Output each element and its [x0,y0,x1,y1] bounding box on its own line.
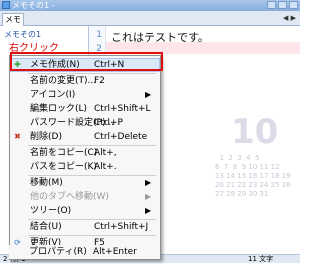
window-title: メモその1 - [12,1,55,10]
menu-item-label: 削除(D) [30,132,62,142]
submenu-arrow-icon: ▶ [145,206,152,215]
menu-item-password[interactable]: パスワード設定(P)... Ctrl+P [10,116,160,130]
menu-item-label: 名前の変更(T)... [30,76,97,86]
menu-item-label: 他のタブへ移動(W) [30,192,109,202]
menu-item-label: 結合(U) [30,222,62,232]
calendar-month: 10 [231,112,279,152]
submenu-arrow-icon: ▶ [145,192,152,201]
submenu-arrow-icon: ▶ [145,178,152,187]
menu-item-label: プロパティ(R) [29,247,87,257]
menu-item-delete[interactable]: ✖ 削除(D) Ctrl+Delete [10,130,160,144]
calendar-row: 6 7 8 9 10 11 12 [215,163,280,171]
calendar-row: 13 14 15 16 17 18 19 [215,172,291,180]
menu-item-icon[interactable]: アイコン(I) ▶ [10,88,160,102]
calendar-row: 1 2 3 4 5 [215,154,260,162]
menu-item-tree[interactable]: ツリー(O) ▶ [10,204,160,218]
menu-item-rename[interactable]: 名前の変更(T)... F2 [10,74,160,88]
context-menu: ✚ メモ作成(N) Ctrl+N 名前の変更(T)... F2 アイコン(I) … [9,55,161,260]
calendar-watermark: 10 1 2 3 4 5 6 7 8 9 10 11 12 13 14 15 1… [215,115,291,199]
menu-item-shortcut: Alt+. [94,162,117,172]
tab-memo[interactable]: メモ [2,13,24,26]
menu-item-label: 編集ロック(L) [30,104,88,114]
menu-item-shortcut: Ctrl+Delete [94,132,148,142]
editor-text-line[interactable]: これはテストです。 [111,29,209,45]
tab-scroll-icon[interactable]: ◀ ▶ [283,14,296,22]
char-count: 11 文字 [248,255,274,263]
maximize-icon[interactable] [278,1,287,9]
menu-item-shortcut: Ctrl+P [94,118,123,128]
menu-item-label: アイコン(I) [30,90,76,100]
close-icon[interactable] [289,1,298,9]
menu-item-label: ツリー(O) [30,206,72,216]
menu-item-shortcut: Ctrl+Shift+J [94,222,149,232]
menu-item-merge[interactable]: 結合(U) Ctrl+Shift+J [10,220,160,234]
submenu-arrow-icon: ▶ [145,90,152,99]
menu-item-label: 移動(M) [30,178,63,188]
app-icon [2,1,10,9]
menu-item-move-other-tab: 他のタブへ移動(W) ▶ [10,190,160,204]
delete-icon: ✖ [14,132,21,141]
window-controls [267,1,298,9]
menu-item-label: 名前をコピー(C) [30,148,98,158]
menu-item-shortcut: F2 [94,76,105,86]
title-bar: メモその1 - [0,0,300,11]
menu-item-properties[interactable]: プロパティ(R) Alt+Enter [9,245,159,259]
tab-bar: メモ ◀ ▶ [0,11,300,26]
calendar-row: 20 21 22 23 24 25 26 [215,181,291,189]
highlight-callout [10,52,163,71]
menu-item-shortcut: Ctrl+Shift+L [94,104,151,114]
menu-item-edit-lock[interactable]: 編集ロック(L) Ctrl+Shift+L [10,102,160,116]
menu-item-label: パスをコピー(K) [30,162,97,172]
calendar-row: 27 28 29 30 31 [215,190,269,198]
minimize-icon[interactable] [267,1,276,9]
menu-item-shortcut: Alt+, [94,148,117,158]
menu-item-copy-path[interactable]: パスをコピー(K) Alt+. [10,160,160,174]
line-number: 1 [96,30,102,40]
menu-item-move[interactable]: 移動(M) ▶ [10,176,160,190]
menu-item-shortcut: Alt+Enter [93,247,137,257]
menu-item-copy-name[interactable]: 名前をコピー(C) Alt+, [10,146,160,160]
